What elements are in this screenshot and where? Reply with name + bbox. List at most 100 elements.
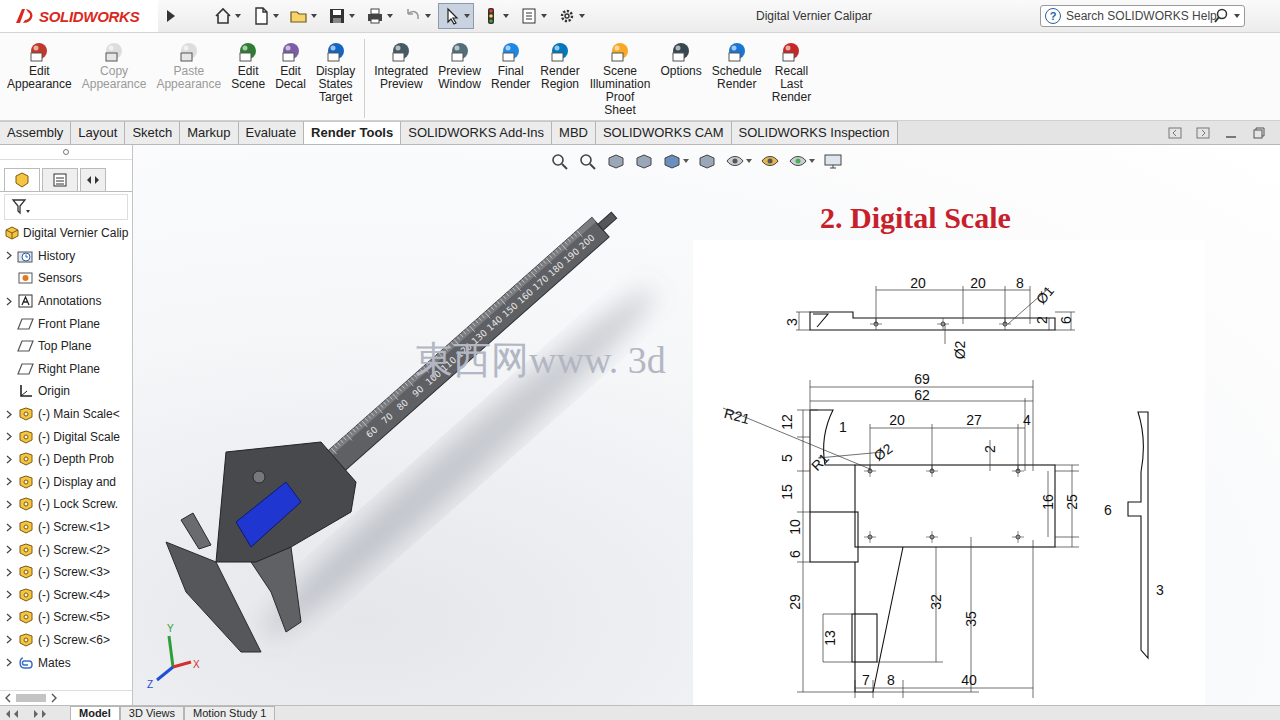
tree-item[interactable]: (-) Lock Screw. <box>0 493 132 516</box>
tree-item[interactable]: Front Plane <box>0 312 132 335</box>
tab-scroll[interactable] <box>80 168 106 191</box>
new-icon[interactable] <box>248 4 282 28</box>
search-caret-icon[interactable] <box>1234 14 1240 18</box>
panel-handle[interactable] <box>0 145 132 160</box>
light-icon[interactable] <box>478 4 512 28</box>
dropdown-caret-icon[interactable] <box>273 14 279 18</box>
expand-toggle[interactable] <box>4 545 14 554</box>
ribbon-button[interactable]: Edit Appearance <box>2 39 77 91</box>
view-tool-icon[interactable] <box>660 151 691 171</box>
expand-chevron-icon[interactable] <box>6 500 13 509</box>
dropdown-caret-icon[interactable] <box>464 14 470 18</box>
command-tab[interactable]: Sketch <box>125 121 180 144</box>
ribbon-button[interactable]: Final Render <box>486 39 535 91</box>
expand-toggle[interactable] <box>4 635 14 644</box>
undo-icon[interactable] <box>400 4 434 28</box>
command-tab[interactable]: SOLIDWORKS Add-Ins <box>401 121 552 144</box>
expand-chevron-icon[interactable] <box>6 297 13 306</box>
tree-item[interactable]: (-) Screw.<2> <box>0 538 132 561</box>
expand-chevron-icon[interactable] <box>6 658 13 667</box>
ribbon-button[interactable]: Preview Window <box>433 39 486 91</box>
ribbon-button[interactable]: Edit Decal <box>270 39 311 91</box>
command-tab[interactable]: MBD <box>552 121 596 144</box>
expand-chevron-icon[interactable] <box>6 432 13 441</box>
gear-icon[interactable] <box>554 4 588 28</box>
print-icon[interactable] <box>362 4 396 28</box>
graphics-area[interactable]: 6070809010011012013014015016017018019020… <box>133 145 1280 705</box>
tree-scrollbar[interactable] <box>0 690 132 705</box>
search-placeholder[interactable]: Search SOLIDWORKS Help <box>1066 9 1208 23</box>
tree-item[interactable]: (-) Screw.<6> <box>0 629 132 652</box>
dropdown-caret-icon[interactable] <box>311 14 317 18</box>
tree-item[interactable]: Sensors <box>0 267 132 290</box>
dropdown-caret-icon[interactable] <box>579 14 585 18</box>
tab-scroll-arrows[interactable] <box>0 707 70 720</box>
expand-chevron-icon[interactable] <box>6 477 13 486</box>
tree-item[interactable]: Annotations <box>0 290 132 313</box>
hud-caret-icon[interactable] <box>809 159 815 163</box>
help-search[interactable]: ? Search SOLIDWORKS Help <box>1040 5 1245 27</box>
command-tab[interactable]: Assembly <box>0 121 71 144</box>
ribbon-button[interactable]: Scene Illumination Proof Sheet <box>585 39 656 117</box>
filter-icon[interactable] <box>11 198 31 216</box>
tree-item[interactable]: (-) Digital Scale <box>0 425 132 448</box>
restore-icon[interactable] <box>1252 126 1266 140</box>
command-tab[interactable]: Evaluate <box>239 121 305 144</box>
tree-item[interactable]: Origin <box>0 380 132 403</box>
hud-caret-icon[interactable] <box>746 159 752 163</box>
help-icon[interactable]: ? <box>1045 8 1061 24</box>
tree-item[interactable]: Right Plane <box>0 358 132 381</box>
view-tool-icon[interactable] <box>723 151 754 171</box>
model-tab[interactable]: Motion Study 1 <box>184 706 275 720</box>
menu-expand-icon[interactable] <box>162 9 180 23</box>
tree-root[interactable]: Digital Vernier Calip <box>0 222 132 245</box>
ribbon-button[interactable]: Schedule Render <box>707 39 767 91</box>
command-tab[interactable]: Layout <box>71 121 125 144</box>
command-tab[interactable]: Markup <box>180 121 238 144</box>
command-tab[interactable]: Render Tools <box>304 121 401 144</box>
expand-chevron-icon[interactable] <box>6 545 13 554</box>
tree-item[interactable]: (-) Screw.<3> <box>0 561 132 584</box>
ribbon-button[interactable]: Paste Appearance <box>151 39 226 91</box>
command-tab[interactable]: SOLIDWORKS CAM <box>596 121 732 144</box>
dropdown-caret-icon[interactable] <box>349 14 355 18</box>
minimize-icon[interactable] <box>1224 126 1238 140</box>
open-icon[interactable] <box>286 4 320 28</box>
tree-filter[interactable] <box>4 194 128 220</box>
tree-item[interactable]: (-) Main Scale< <box>0 403 132 426</box>
hud-caret-icon[interactable] <box>683 159 689 163</box>
tile-left-icon[interactable] <box>1168 126 1182 140</box>
ribbon-button[interactable]: Display States Target <box>311 39 360 104</box>
ribbon-button[interactable]: Copy Appearance <box>77 39 152 91</box>
expand-toggle[interactable] <box>4 613 14 622</box>
expand-toggle[interactable] <box>4 568 14 577</box>
expand-toggle[interactable] <box>4 432 14 441</box>
scroll-right-icon[interactable] <box>50 693 58 703</box>
tree-item[interactable]: (-) Screw.<4> <box>0 584 132 607</box>
tile-right-icon[interactable] <box>1196 126 1210 140</box>
tree-item[interactable]: Mates <box>0 651 132 674</box>
caliper-model[interactable]: 6070809010011012013014015016017018019020… <box>133 145 693 705</box>
dropdown-caret-icon[interactable] <box>541 14 547 18</box>
view-tool-icon[interactable] <box>758 151 782 171</box>
view-tool-icon[interactable] <box>695 151 719 171</box>
expand-toggle[interactable] <box>4 410 14 419</box>
expand-chevron-icon[interactable] <box>6 251 13 260</box>
expand-toggle[interactable] <box>4 658 14 667</box>
dropdown-caret-icon[interactable] <box>387 14 393 18</box>
expand-toggle[interactable] <box>4 500 14 509</box>
expand-chevron-icon[interactable] <box>6 568 13 577</box>
view-tool-icon[interactable] <box>786 151 817 171</box>
select-icon[interactable] <box>438 3 474 29</box>
view-tool-icon[interactable] <box>548 151 572 171</box>
expand-chevron-icon[interactable] <box>6 613 13 622</box>
tree-item[interactable]: Top Plane <box>0 335 132 358</box>
dropdown-caret-icon[interactable] <box>235 14 241 18</box>
expand-toggle[interactable] <box>4 477 14 486</box>
ribbon-button[interactable]: Options <box>655 39 706 78</box>
view-tool-icon[interactable] <box>632 151 656 171</box>
scroll-left-icon[interactable] <box>4 693 12 703</box>
ribbon-button[interactable]: Integrated Preview <box>369 39 433 91</box>
expand-chevron-icon[interactable] <box>6 410 13 419</box>
tree-item[interactable]: (-) Screw.<5> <box>0 606 132 629</box>
